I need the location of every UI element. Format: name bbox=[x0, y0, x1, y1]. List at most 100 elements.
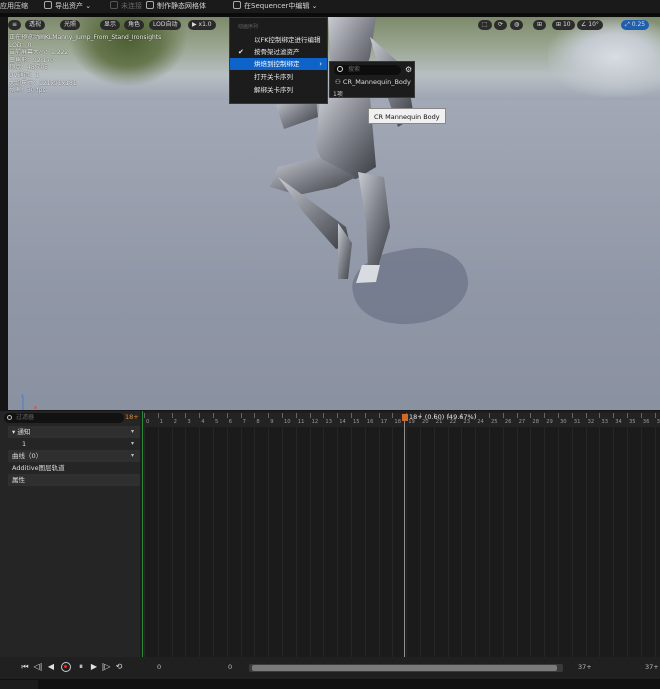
jump-to-start-button[interactable]: ⏮ bbox=[20, 662, 30, 672]
disabled-button[interactable]: 未连接 bbox=[110, 0, 142, 13]
show-button[interactable]: 显示 bbox=[100, 20, 121, 30]
menu-item-label: 打开关卡序列 bbox=[254, 73, 293, 81]
character-button[interactable]: 角色 bbox=[124, 20, 145, 30]
frame-gridline bbox=[447, 427, 449, 657]
tick-label: 8 bbox=[256, 419, 260, 425]
perspective-button[interactable]: 透视 bbox=[25, 20, 46, 30]
tick-label: 4 bbox=[201, 419, 205, 425]
tick-label: 12 bbox=[311, 419, 319, 425]
edit-in-sequencer-label: 在Sequencer中编辑 ⌄ bbox=[244, 2, 318, 10]
tick-mark bbox=[571, 413, 573, 418]
frame-gridline bbox=[364, 427, 366, 657]
edit-in-sequencer-button[interactable]: 在Sequencer中编辑 ⌄ bbox=[233, 0, 318, 13]
rotation-snap-button[interactable]: ∠ 10° bbox=[577, 20, 603, 30]
end-frame-right-field[interactable]: 37+ bbox=[645, 663, 659, 671]
surface-snap-button[interactable]: ⊞ bbox=[533, 20, 547, 30]
tick-mark bbox=[295, 413, 297, 418]
select-mode-button[interactable]: ⬚ bbox=[478, 20, 492, 30]
lit-button[interactable]: 光照 bbox=[60, 20, 81, 30]
frame-gridline bbox=[226, 427, 228, 657]
play-reverse-button[interactable]: ◀ bbox=[46, 662, 56, 672]
notify-subtrack[interactable]: 1 ▾ bbox=[8, 438, 140, 450]
menu-item-unlink-level-sequence[interactable]: 解绑关卡序列 bbox=[230, 84, 327, 96]
tick-label: 16 bbox=[366, 419, 374, 425]
tick-mark bbox=[613, 413, 615, 418]
apply-compression-button[interactable]: 应用压缩 bbox=[0, 0, 28, 13]
export-asset-label: 导出资产 ⌄ bbox=[55, 2, 92, 10]
tick-label: 34 bbox=[615, 419, 622, 425]
rotate-icon: ⟳ bbox=[498, 21, 504, 28]
chevron-down-icon[interactable]: ▾ bbox=[131, 426, 134, 438]
pause-button[interactable]: ⏸ bbox=[76, 662, 86, 672]
apply-compression-label: 应用压缩 bbox=[0, 2, 28, 10]
control-rig-asset-item[interactable]: ⚇ CR_Mannequin_Body bbox=[335, 78, 411, 86]
play-speed-button[interactable]: ▶ x1.0 bbox=[188, 20, 216, 30]
chevron-down-icon[interactable]: ▾ bbox=[131, 438, 134, 450]
playhead-handle[interactable] bbox=[402, 414, 408, 421]
step-back-button[interactable]: ◁| bbox=[33, 662, 43, 672]
start-frame-field[interactable]: 0 bbox=[157, 663, 161, 671]
tick-label: 27 bbox=[518, 419, 526, 425]
timeline-ruler[interactable]: 0 1 2 3 4 5 6 7 8 9 10 11 12 13 14 15 16 17 18 19 20 21 22 23 24… bbox=[142, 413, 660, 427]
menu-item-filter-by-skeleton[interactable]: ✔ 按骨架过滤资产 bbox=[230, 46, 327, 58]
timeline-scrollbar-thumb[interactable] bbox=[252, 665, 557, 671]
checkmark-icon: ✔ bbox=[238, 48, 244, 56]
gear-icon[interactable]: ⚙ bbox=[405, 65, 414, 74]
make-static-mesh-label: 制作静态网格体 bbox=[157, 2, 206, 10]
lod-auto-button[interactable]: LOD自动 bbox=[149, 20, 182, 30]
track-filter-input[interactable]: 过滤器 bbox=[4, 413, 124, 423]
play-forward-button[interactable]: ▶ bbox=[89, 662, 99, 672]
frame-gridline bbox=[461, 427, 463, 657]
viewport-menu-button[interactable]: ≡ bbox=[8, 20, 22, 30]
grid-snap-value: 10 bbox=[562, 21, 571, 28]
tick-label: 37 bbox=[656, 419, 660, 425]
tick-label: 18 bbox=[394, 419, 401, 425]
curves-track[interactable]: 曲线（0） ▾ bbox=[8, 450, 140, 462]
playhead-line[interactable] bbox=[404, 416, 405, 657]
frame-gridline bbox=[433, 427, 435, 657]
loop-button[interactable]: ⟲ bbox=[114, 662, 124, 672]
control-rig-submenu: 搜索 ⚙ ⚇ CR_Mannequin_Body 1项 bbox=[329, 61, 415, 98]
submenu-search-input[interactable]: 搜索 bbox=[334, 65, 401, 75]
menu-item-label: 按骨架过滤资产 bbox=[254, 48, 300, 56]
additive-layer-track[interactable]: Additive图层轨道 bbox=[8, 462, 140, 474]
menu-item-open-level-sequence[interactable]: 打开关卡序列 bbox=[230, 71, 327, 83]
tick-label: 3 bbox=[187, 419, 191, 425]
timeline-track-area[interactable] bbox=[142, 427, 660, 657]
tick-mark bbox=[516, 413, 518, 418]
scale-snap-button[interactable]: ⤢ 0.25 bbox=[621, 20, 650, 30]
frame-gridline bbox=[144, 427, 145, 657]
menu-item-edit-fk-control-rig[interactable]: 以FK控制绑定进行编辑 bbox=[230, 34, 327, 46]
tick-mark bbox=[144, 413, 145, 418]
grid-snap-button[interactable]: ⊞ 10 bbox=[552, 20, 575, 30]
menu-item-label: 烘焙到控制绑定 bbox=[254, 60, 300, 68]
tick-label: 32 bbox=[587, 419, 595, 425]
tick-label: 1 bbox=[159, 419, 164, 425]
chevron-down-icon[interactable]: ▾ bbox=[131, 450, 134, 462]
scale-icon: ⤢ bbox=[625, 21, 632, 28]
frame-gridline bbox=[585, 427, 587, 657]
world-local-button[interactable]: ◍ bbox=[510, 20, 524, 30]
tick-mark bbox=[323, 413, 325, 418]
frame-gridline bbox=[254, 427, 256, 657]
end-frame-field[interactable]: 37+ bbox=[578, 663, 592, 671]
status-bar-tab[interactable] bbox=[0, 680, 38, 689]
export-asset-button[interactable]: 导出资产 ⌄ bbox=[44, 0, 91, 13]
lit-label: 光照 bbox=[64, 21, 77, 28]
track-label: 1 bbox=[22, 440, 27, 448]
submenu-search-placeholder: 搜索 bbox=[348, 66, 361, 73]
tick-label: 26 bbox=[504, 419, 512, 425]
tick-mark bbox=[213, 413, 214, 418]
transform-mode-button[interactable]: ⟳ bbox=[494, 20, 508, 30]
step-forward-button[interactable]: |▷ bbox=[101, 662, 111, 672]
make-static-mesh-button[interactable]: 制作静态网格体 bbox=[146, 0, 206, 13]
current-frame-field[interactable]: 0 bbox=[228, 663, 232, 671]
main-toolbar: 应用压缩 导出资产 ⌄ 未连接 制作静态网格体 在Sequencer中编辑 ⌄ bbox=[0, 0, 660, 13]
submenu-item-count: 1项 bbox=[333, 91, 343, 98]
frame-gridline bbox=[489, 427, 490, 657]
menu-item-bake-to-control-rig[interactable]: 烘焙到控制绑定 › bbox=[230, 58, 327, 70]
notifies-track[interactable]: ▾ 通知 ▾ bbox=[8, 426, 140, 438]
attributes-track[interactable]: 属性 bbox=[8, 474, 140, 486]
tick-mark bbox=[157, 413, 159, 418]
record-button[interactable] bbox=[61, 662, 71, 672]
